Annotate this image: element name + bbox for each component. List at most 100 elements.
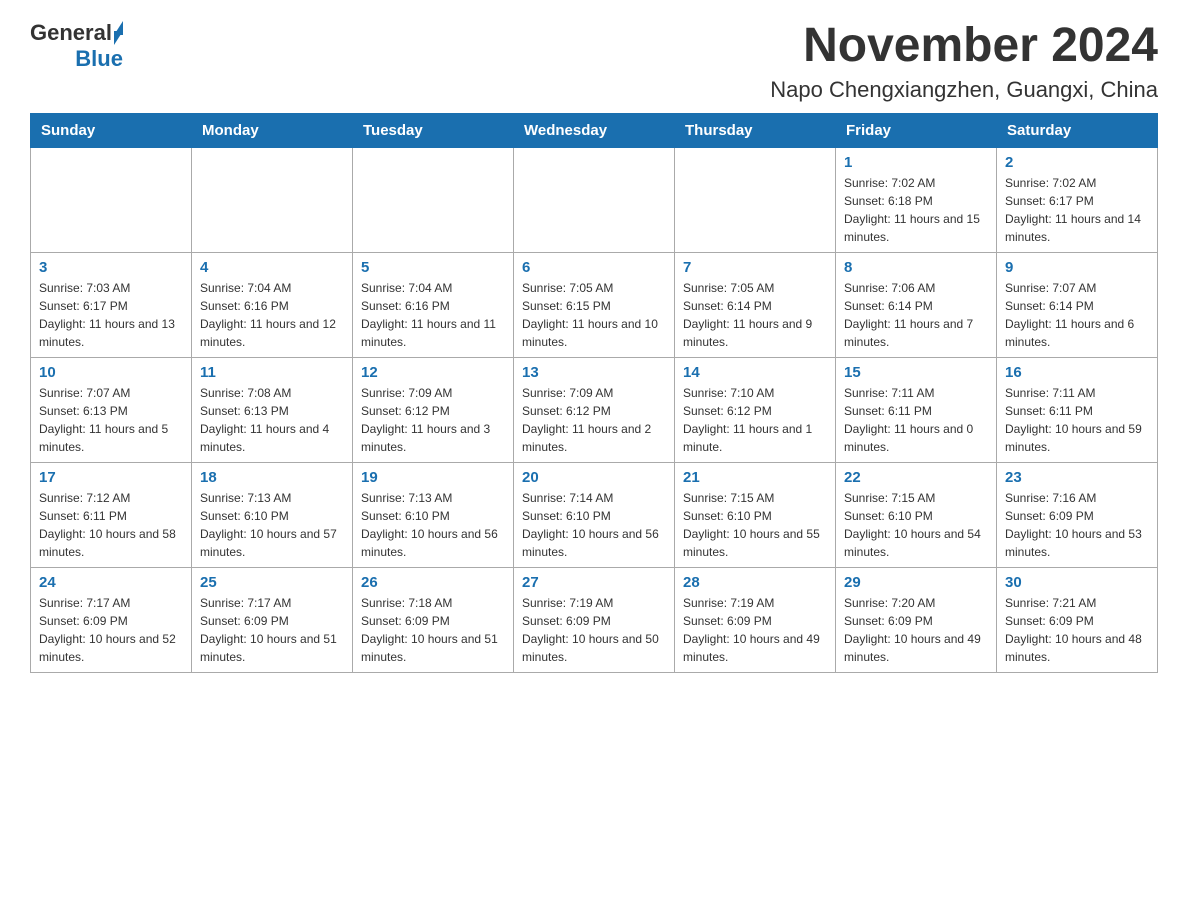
day-number: 22 — [844, 469, 988, 486]
calendar-cell: 30 Sunrise: 7:21 AMSunset: 6:09 PMDayligh… — [997, 567, 1158, 672]
calendar-cell: 24 Sunrise: 7:17 AMSunset: 6:09 PMDayligh… — [31, 567, 192, 672]
day-info: Sunrise: 7:05 AMSunset: 6:15 PMDaylight:… — [522, 279, 666, 351]
calendar-cell: 14 Sunrise: 7:10 AMSunset: 6:12 PMDayligh… — [675, 357, 836, 462]
day-info: Sunrise: 7:11 AMSunset: 6:11 PMDaylight:… — [844, 384, 988, 456]
day-number: 14 — [683, 364, 827, 381]
logo-text-general: General — [30, 20, 112, 46]
calendar-cell: 7Sunrise: 7:05 AMSunset: 6:14 PMDaylight… — [675, 252, 836, 357]
day-number: 17 — [39, 469, 183, 486]
calendar-cell: 3Sunrise: 7:03 AMSunset: 6:17 PMDaylight… — [31, 252, 192, 357]
day-info: Sunrise: 7:09 AMSunset: 6:12 PMDaylight:… — [361, 384, 505, 456]
day-number: 2 — [1005, 154, 1149, 171]
calendar-cell: 5 Sunrise: 7:04 AMSunset: 6:16 PMDaylight… — [353, 252, 514, 357]
calendar-cell: 15 Sunrise: 7:11 AMSunset: 6:11 PMDayligh… — [836, 357, 997, 462]
day-info: Sunrise: 7:06 AMSunset: 6:14 PMDaylight:… — [844, 279, 988, 351]
weekday-header: Saturday — [997, 113, 1158, 147]
day-info: Sunrise: 7:15 AMSunset: 6:10 PMDaylight:… — [844, 489, 988, 561]
day-number: 18 — [200, 469, 344, 486]
day-number: 6 — [522, 259, 666, 276]
day-number: 29 — [844, 574, 988, 591]
day-number: 19 — [361, 469, 505, 486]
weekday-header: Wednesday — [514, 113, 675, 147]
calendar-week-row: 10 Sunrise: 7:07 AMSunset: 6:13 PMDayligh… — [31, 357, 1158, 462]
logo-icon: General Blue — [30, 20, 123, 72]
calendar-cell: 20 Sunrise: 7:14 AMSunset: 6:10 PMDayligh… — [514, 462, 675, 567]
day-number: 13 — [522, 364, 666, 381]
day-info: Sunrise: 7:15 AMSunset: 6:10 PMDaylight:… — [683, 489, 827, 561]
day-number: 27 — [522, 574, 666, 591]
weekday-header: Monday — [192, 113, 353, 147]
day-info: Sunrise: 7:14 AMSunset: 6:10 PMDaylight:… — [522, 489, 666, 561]
weekday-header: Sunday — [31, 113, 192, 147]
day-number: 26 — [361, 574, 505, 591]
day-info: Sunrise: 7:08 AMSunset: 6:13 PMDaylight:… — [200, 384, 344, 456]
calendar-cell: 21 Sunrise: 7:15 AMSunset: 6:10 PMDayligh… — [675, 462, 836, 567]
day-number: 11 — [200, 364, 344, 381]
day-info: Sunrise: 7:18 AMSunset: 6:09 PMDaylight:… — [361, 594, 505, 666]
day-info: Sunrise: 7:07 AMSunset: 6:14 PMDaylight:… — [1005, 279, 1149, 351]
calendar-week-row: 24 Sunrise: 7:17 AMSunset: 6:09 PMDayligh… — [31, 567, 1158, 672]
day-number: 9 — [1005, 259, 1149, 276]
calendar-cell: 18 Sunrise: 7:13 AMSunset: 6:10 PMDayligh… — [192, 462, 353, 567]
day-number: 5 — [361, 259, 505, 276]
day-number: 4 — [200, 259, 344, 276]
calendar-cell — [353, 147, 514, 252]
calendar-week-row: 17 Sunrise: 7:12 AMSunset: 6:11 PMDayligh… — [31, 462, 1158, 567]
day-info: Sunrise: 7:04 AMSunset: 6:16 PMDaylight:… — [200, 279, 344, 351]
calendar-cell: 16Sunrise: 7:11 AMSunset: 6:11 PMDayligh… — [997, 357, 1158, 462]
day-number: 30 — [1005, 574, 1149, 591]
day-number: 3 — [39, 259, 183, 276]
day-info: Sunrise: 7:07 AMSunset: 6:13 PMDaylight:… — [39, 384, 183, 456]
logo: General Blue — [30, 20, 123, 72]
page-title: November 2024 — [770, 20, 1158, 73]
calendar-cell: 29 Sunrise: 7:20 AMSunset: 6:09 PMDayligh… — [836, 567, 997, 672]
calendar-cell: 9 Sunrise: 7:07 AMSunset: 6:14 PMDaylight… — [997, 252, 1158, 357]
day-number: 21 — [683, 469, 827, 486]
calendar-cell: 4 Sunrise: 7:04 AMSunset: 6:16 PMDaylight… — [192, 252, 353, 357]
calendar-cell: 6 Sunrise: 7:05 AMSunset: 6:15 PMDaylight… — [514, 252, 675, 357]
calendar-cell: 25 Sunrise: 7:17 AMSunset: 6:09 PMDayligh… — [192, 567, 353, 672]
day-number: 25 — [200, 574, 344, 591]
day-number: 1 — [844, 154, 988, 171]
day-number: 23 — [1005, 469, 1149, 486]
day-info: Sunrise: 7:12 AMSunset: 6:11 PMDaylight:… — [39, 489, 183, 561]
day-info: Sunrise: 7:19 AMSunset: 6:09 PMDaylight:… — [522, 594, 666, 666]
page-header: General Blue November 2024 Napo Chengxia… — [30, 20, 1158, 103]
day-number: 20 — [522, 469, 666, 486]
calendar-cell — [675, 147, 836, 252]
day-info: Sunrise: 7:17 AMSunset: 6:09 PMDaylight:… — [39, 594, 183, 666]
day-info: Sunrise: 7:16 AMSunset: 6:09 PMDaylight:… — [1005, 489, 1149, 561]
day-info: Sunrise: 7:02 AMSunset: 6:18 PMDaylight:… — [844, 174, 988, 246]
day-info: Sunrise: 7:19 AMSunset: 6:09 PMDaylight:… — [683, 594, 827, 666]
day-number: 12 — [361, 364, 505, 381]
day-number: 28 — [683, 574, 827, 591]
day-info: Sunrise: 7:04 AMSunset: 6:16 PMDaylight:… — [361, 279, 505, 351]
day-info: Sunrise: 7:17 AMSunset: 6:09 PMDaylight:… — [200, 594, 344, 666]
calendar-cell: 8Sunrise: 7:06 AMSunset: 6:14 PMDaylight… — [836, 252, 997, 357]
calendar-week-row: 1 Sunrise: 7:02 AMSunset: 6:18 PMDaylight… — [31, 147, 1158, 252]
day-info: Sunrise: 7:20 AMSunset: 6:09 PMDaylight:… — [844, 594, 988, 666]
day-info: Sunrise: 7:21 AMSunset: 6:09 PMDaylight:… — [1005, 594, 1149, 666]
calendar-cell — [514, 147, 675, 252]
calendar-cell: 19Sunrise: 7:13 AMSunset: 6:10 PMDayligh… — [353, 462, 514, 567]
calendar-cell: 17 Sunrise: 7:12 AMSunset: 6:11 PMDayligh… — [31, 462, 192, 567]
day-info: Sunrise: 7:13 AMSunset: 6:10 PMDaylight:… — [200, 489, 344, 561]
day-number: 10 — [39, 364, 183, 381]
calendar-cell: 27 Sunrise: 7:19 AMSunset: 6:09 PMDayligh… — [514, 567, 675, 672]
calendar-table: SundayMondayTuesdayWednesdayThursdayFrid… — [30, 113, 1158, 673]
calendar-header-row: SundayMondayTuesdayWednesdayThursdayFrid… — [31, 113, 1158, 147]
calendar-cell: 23 Sunrise: 7:16 AMSunset: 6:09 PMDayligh… — [997, 462, 1158, 567]
weekday-header: Thursday — [675, 113, 836, 147]
weekday-header: Friday — [836, 113, 997, 147]
title-block: November 2024 Napo Chengxiangzhen, Guang… — [770, 20, 1158, 103]
day-info: Sunrise: 7:11 AMSunset: 6:11 PMDaylight:… — [1005, 384, 1149, 456]
calendar-cell: 11 Sunrise: 7:08 AMSunset: 6:13 PMDayligh… — [192, 357, 353, 462]
day-number: 24 — [39, 574, 183, 591]
calendar-cell: 28 Sunrise: 7:19 AMSunset: 6:09 PMDayligh… — [675, 567, 836, 672]
day-number: 7 — [683, 259, 827, 276]
calendar-cell — [192, 147, 353, 252]
day-info: Sunrise: 7:02 AMSunset: 6:17 PMDaylight:… — [1005, 174, 1149, 246]
day-info: Sunrise: 7:10 AMSunset: 6:12 PMDaylight:… — [683, 384, 827, 456]
day-number: 15 — [844, 364, 988, 381]
page-subtitle: Napo Chengxiangzhen, Guangxi, China — [770, 77, 1158, 103]
